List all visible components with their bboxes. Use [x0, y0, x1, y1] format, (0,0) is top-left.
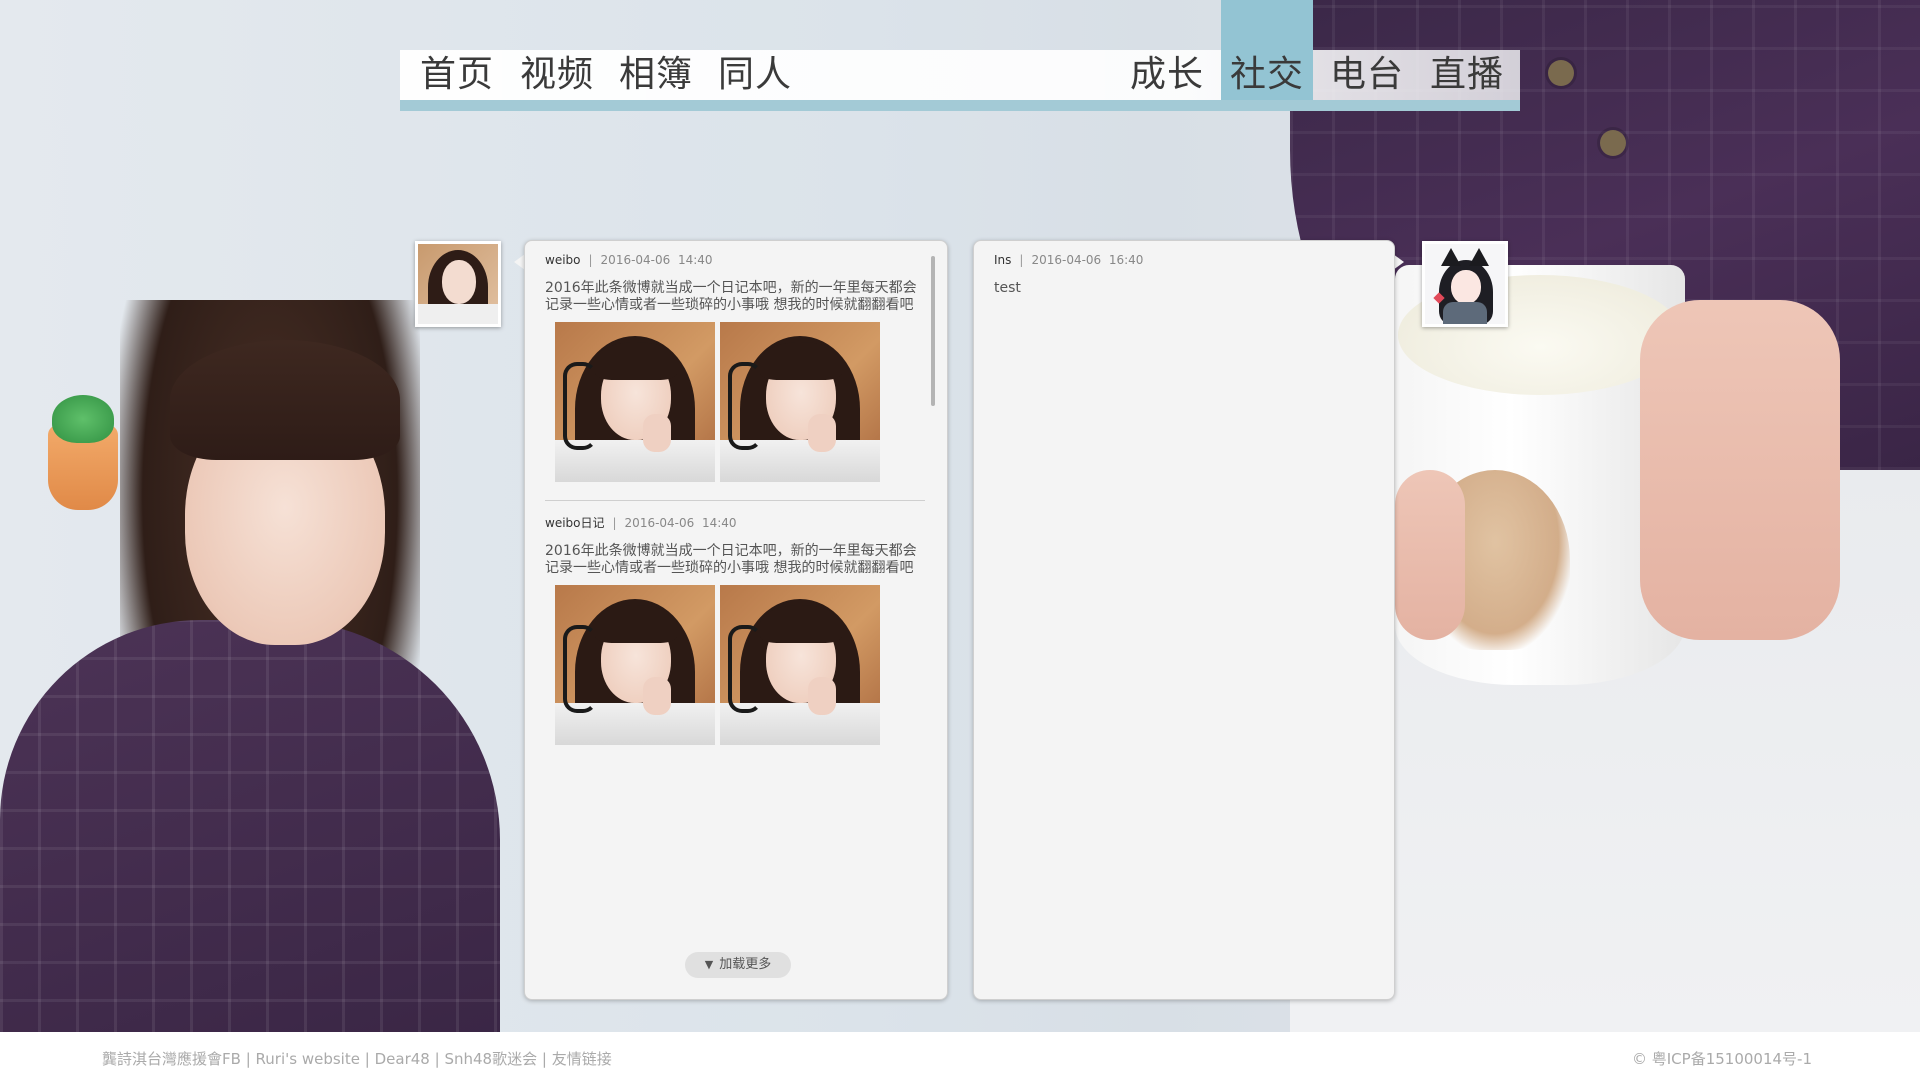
nav-item-video[interactable]: 视频	[520, 50, 594, 100]
nav-item-album[interactable]: 相簿	[619, 50, 693, 100]
footer-link-snh48-fans[interactable]: Snh48歌迷会	[444, 1050, 537, 1068]
ins-feed-panel: Ins | 2016-04-06 16:40 test	[973, 240, 1395, 1000]
post-image[interactable]	[555, 585, 715, 745]
post-images	[555, 322, 925, 482]
load-more-label: 加载更多	[719, 957, 772, 972]
post-text: 2016年此条微博就当成一个日记本吧，新的一年里每天都会记录一些心情或者一些琐碎…	[545, 280, 917, 313]
ins-avatar[interactable]	[1422, 241, 1508, 327]
post-source[interactable]: Ins	[994, 253, 1011, 267]
post-time: 16:40	[1108, 253, 1144, 267]
post-text: test	[994, 280, 1021, 296]
sweater-button	[1548, 60, 1574, 86]
post-divider	[545, 500, 925, 501]
load-more-button[interactable]: ▼ 加载更多	[685, 952, 791, 978]
footer-link-dear48[interactable]: Dear48	[375, 1050, 430, 1068]
post-source[interactable]: weibo日记	[545, 516, 605, 530]
footer-link-fb[interactable]: 龔詩淇台灣應援會FB	[102, 1050, 241, 1068]
post-date: 2016-04-06	[1031, 253, 1102, 267]
post-time: 14:40	[701, 516, 737, 530]
weibo-feed-panel: weibo | 2016-04-06 14:40 2016年此条微博就当成一个日记本…	[524, 240, 948, 1000]
background-hand	[1395, 470, 1465, 640]
nav-underline	[400, 100, 1520, 111]
post-source[interactable]: weibo	[545, 253, 581, 267]
feed-post: weibo | 2016-04-06 14:40 2016年此条微博就当成一个日记本…	[545, 252, 925, 482]
triangle-down-icon: ▼	[704, 958, 714, 971]
post-meta: Ins | 2016-04-06 16:40	[994, 253, 1144, 267]
feed-post: Ins | 2016-04-06 16:40 test	[994, 252, 1374, 297]
footer: 龔詩淇台灣應援會FB | Ruri's website | Dear48 | S…	[0, 1032, 1920, 1080]
nav-item-social[interactable]: 社交	[1230, 50, 1304, 100]
footer-links: 龔詩淇台灣應援會FB | Ruri's website | Dear48 | S…	[102, 1050, 612, 1068]
footer-link-friends[interactable]: 友情链接	[552, 1050, 612, 1068]
post-date: 2016-04-06	[624, 516, 695, 530]
nav-item-live[interactable]: 直播	[1430, 50, 1504, 100]
post-meta: weibo日记 | 2016-04-06 14:40	[545, 516, 737, 530]
nav-item-growth[interactable]: 成长	[1130, 50, 1204, 100]
nav-item-home[interactable]: 首页	[420, 50, 494, 100]
background-photo	[0, 0, 1920, 1032]
post-date: 2016-04-06	[600, 253, 671, 267]
feed-scrollbar[interactable]	[931, 256, 935, 406]
background-hand	[1640, 300, 1840, 640]
feed-post: weibo日记 | 2016-04-06 14:40 2016年此条微博就当成一个日…	[545, 515, 925, 745]
nav-item-radio[interactable]: 电台	[1330, 50, 1404, 100]
nav-item-fanart[interactable]: 同人	[718, 50, 792, 100]
post-text: 2016年此条微博就当成一个日记本吧，新的一年里每天都会记录一些心情或者一些琐碎…	[545, 543, 917, 576]
sweater-button	[1600, 130, 1626, 156]
background-plant	[52, 395, 114, 443]
footer-copyright: © 粤ICP备15100014号-1	[1631, 1050, 1812, 1068]
post-image[interactable]	[720, 322, 880, 482]
weibo-avatar[interactable]	[415, 241, 501, 327]
post-meta: weibo | 2016-04-06 14:40	[545, 253, 713, 267]
post-image[interactable]	[555, 322, 715, 482]
post-image[interactable]	[720, 585, 880, 745]
post-images	[555, 585, 925, 745]
post-time: 14:40	[677, 253, 713, 267]
footer-link-ruri[interactable]: Ruri's website	[256, 1050, 360, 1068]
